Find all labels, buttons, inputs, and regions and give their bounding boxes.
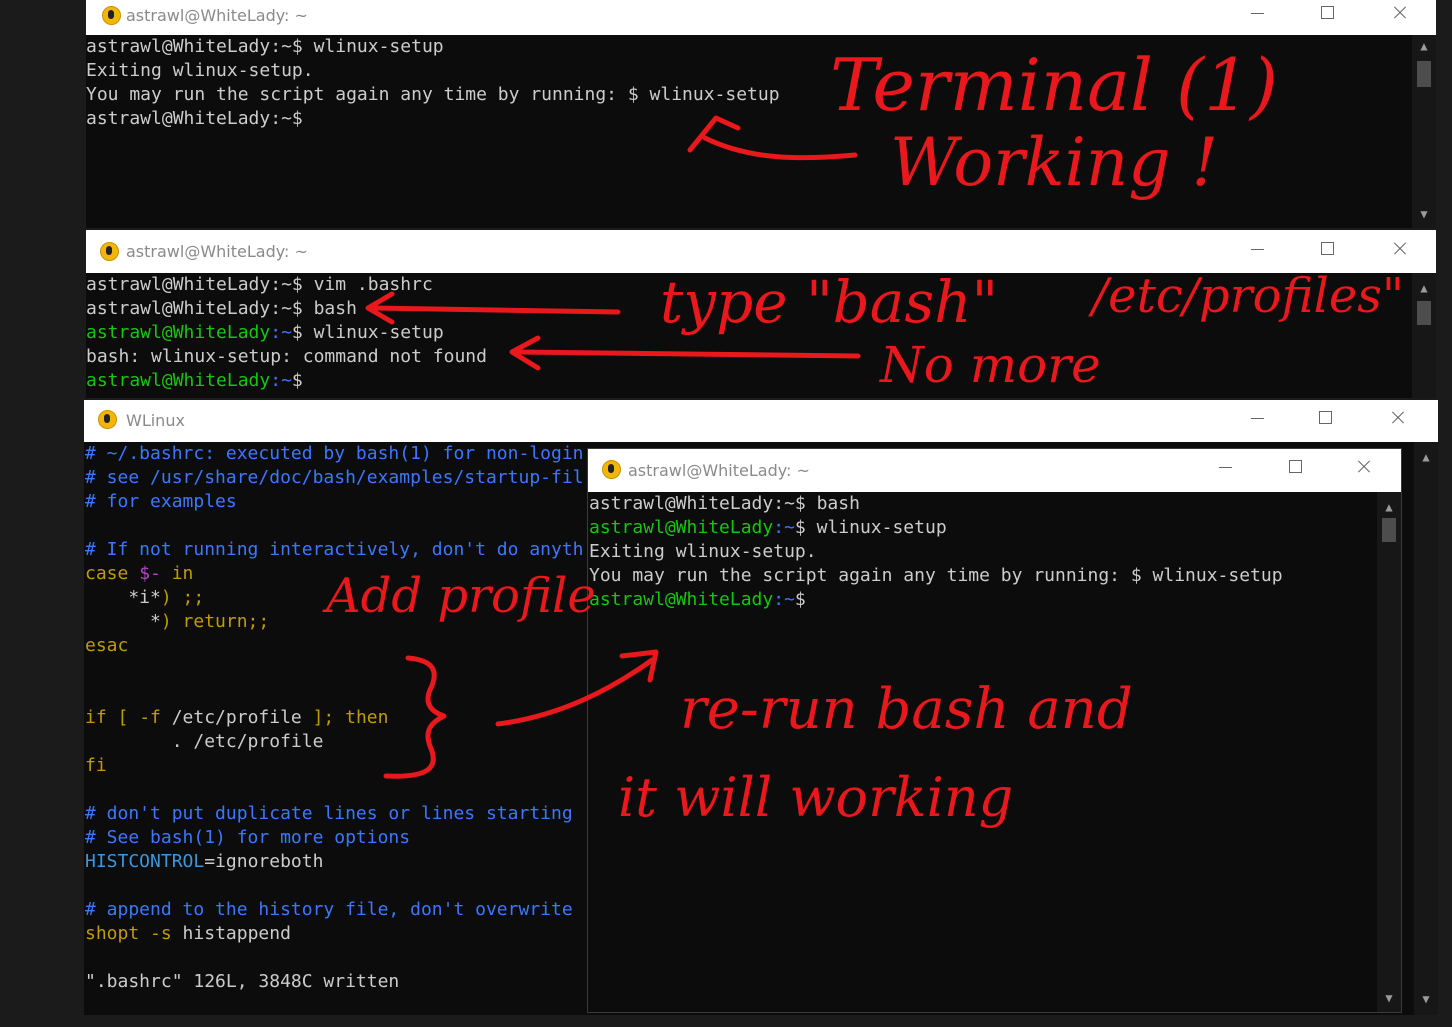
- scrollbar-thumb[interactable]: [1382, 518, 1396, 542]
- prompt: astrawl@WhiteLady:~$: [86, 108, 303, 129]
- terminal-line: Exiting wlinux-setup.: [86, 60, 314, 81]
- code-text: *i*: [85, 587, 161, 608]
- prompt-path: :~: [773, 589, 795, 610]
- scroll-down-icon[interactable]: ▼: [1414, 990, 1438, 1008]
- terminal-line: astrawl@WhiteLady:~$ bash: [589, 492, 1401, 516]
- terminal-line: astrawl@WhiteLady:~$: [86, 369, 1436, 393]
- terminal-line: astrawl@WhiteLady:~$ vim .bashrc: [86, 273, 1436, 297]
- terminal-line: astrawl@WhiteLady:~$ bash: [86, 297, 1436, 321]
- prompt-symbol: $: [794, 589, 806, 610]
- prompt-path: :~: [773, 517, 795, 538]
- terminal-line: Exiting wlinux-setup.: [589, 541, 817, 562]
- prompt-path: :~: [270, 370, 292, 391]
- code-text: histappend: [171, 923, 291, 944]
- maximize-button[interactable]: [1272, 454, 1318, 484]
- terminal-window-1[interactable]: astrawl@WhiteLady: ~ astrawl@WhiteLady:~…: [86, 0, 1436, 228]
- close-button[interactable]: [1374, 405, 1420, 435]
- scroll-down-icon[interactable]: ▼: [1412, 205, 1436, 223]
- code-text: =ignoreboth: [204, 851, 324, 872]
- maximize-button[interactable]: [1304, 0, 1350, 30]
- code-text: /etc/profile: [160, 707, 313, 728]
- prompt-user: astrawl@WhiteLady: [86, 370, 271, 391]
- scroll-up-icon[interactable]: ▲: [1412, 279, 1436, 297]
- prompt-symbol: $: [794, 517, 817, 538]
- close-button[interactable]: [1340, 454, 1386, 484]
- window-title: WLinux: [126, 411, 185, 430]
- keyword: -f: [139, 707, 161, 728]
- keyword: ) return;;: [160, 611, 270, 632]
- terminal-line: astrawl@WhiteLady:~$ wlinux-setup: [86, 321, 1436, 345]
- prompt-symbol: $: [291, 370, 303, 391]
- minimize-button[interactable]: [1234, 236, 1280, 266]
- keyword: -s: [150, 923, 172, 944]
- terminal-output[interactable]: astrawl@WhiteLady:~$ bash astrawl@WhiteL…: [588, 492, 1401, 1012]
- close-button[interactable]: [1376, 0, 1422, 30]
- keyword: in: [160, 563, 194, 584]
- terminal-line: You may run the script again any time by…: [86, 84, 780, 105]
- wlinux-app-icon: [98, 410, 117, 429]
- prompt-symbol: $: [291, 322, 314, 343]
- title-bar[interactable]: astrawl@WhiteLady: ~: [588, 449, 1401, 492]
- keyword: ]; then: [312, 707, 389, 728]
- prompt-path: :~: [270, 322, 292, 343]
- terminal-output[interactable]: astrawl@WhiteLady:~$ wlinux-setup Exitin…: [86, 35, 1436, 228]
- window-title: astrawl@WhiteLady: ~: [126, 242, 308, 261]
- keyword: shopt: [85, 923, 151, 944]
- wlinux-app-icon: [100, 242, 119, 261]
- keyword: if [: [85, 707, 140, 728]
- prompt-user: astrawl@WhiteLady: [589, 589, 774, 610]
- keyword: ) ;;: [160, 587, 205, 608]
- command: wlinux-setup: [816, 517, 947, 538]
- window-title: astrawl@WhiteLady: ~: [126, 6, 308, 25]
- scrollbar-thumb[interactable]: [1417, 301, 1431, 325]
- variable: HISTCONTROL: [85, 851, 205, 872]
- maximize-button[interactable]: [1304, 236, 1350, 266]
- prompt-user: astrawl@WhiteLady: [589, 517, 774, 538]
- terminal-output[interactable]: astrawl@WhiteLady:~$ vim .bashrc astrawl…: [86, 273, 1436, 398]
- terminal-line: You may run the script again any time by…: [589, 565, 1283, 586]
- close-button[interactable]: [1376, 236, 1422, 266]
- prompt: astrawl@WhiteLady:~$: [86, 36, 314, 57]
- title-bar[interactable]: WLinux: [84, 400, 1438, 442]
- scroll-up-icon[interactable]: ▲: [1412, 37, 1436, 55]
- maximize-button[interactable]: [1302, 405, 1348, 435]
- command: bash: [816, 493, 860, 514]
- minimize-button[interactable]: [1234, 0, 1280, 30]
- scrollbar[interactable]: ▲ ▼: [1377, 492, 1401, 1012]
- scrollbar-thumb[interactable]: [1417, 61, 1431, 87]
- title-bar[interactable]: astrawl@WhiteLady: ~: [86, 230, 1436, 273]
- window-title: astrawl@WhiteLady: ~: [628, 461, 810, 480]
- minimize-button[interactable]: [1202, 454, 1248, 484]
- terminal-line: astrawl@WhiteLady:~$: [589, 588, 1401, 612]
- variable: $-: [139, 563, 161, 584]
- scrollbar[interactable]: ▲ ▼: [1412, 35, 1436, 228]
- wlinux-app-icon: [102, 6, 121, 25]
- terminal-line: bash: wlinux-setup: command not found: [86, 346, 487, 367]
- terminal-window-4[interactable]: astrawl@WhiteLady: ~ astrawl@WhiteLady:~…: [587, 448, 1402, 1013]
- command: bash: [313, 298, 357, 319]
- scrollbar[interactable]: ▲: [1412, 273, 1436, 398]
- terminal-line: astrawl@WhiteLady:~$ wlinux-setup: [86, 35, 1436, 59]
- terminal-line: astrawl@WhiteLady:~$ wlinux-setup: [589, 516, 1401, 540]
- prompt: astrawl@WhiteLady:~$: [86, 274, 314, 295]
- scroll-up-icon[interactable]: ▲: [1377, 498, 1401, 516]
- prompt: astrawl@WhiteLady:~$: [589, 493, 817, 514]
- keyword: case: [85, 563, 140, 584]
- scroll-up-icon[interactable]: ▲: [1414, 448, 1438, 466]
- terminal-window-2[interactable]: astrawl@WhiteLady: ~ astrawl@WhiteLady:~…: [86, 230, 1436, 398]
- prompt: astrawl@WhiteLady:~$: [86, 298, 314, 319]
- minimize-button[interactable]: [1234, 405, 1280, 435]
- scroll-down-icon[interactable]: ▼: [1377, 989, 1401, 1007]
- prompt-user: astrawl@WhiteLady: [86, 322, 271, 343]
- scrollbar[interactable]: ▲ ▼: [1414, 442, 1438, 1015]
- command: wlinux-setup: [313, 36, 444, 57]
- code-text: *: [85, 611, 161, 632]
- wlinux-app-icon: [602, 460, 621, 479]
- title-bar[interactable]: astrawl@WhiteLady: ~: [86, 0, 1436, 35]
- command: wlinux-setup: [313, 322, 444, 343]
- terminal-line: astrawl@WhiteLady:~$: [86, 107, 1436, 131]
- command: vim .bashrc: [313, 274, 433, 295]
